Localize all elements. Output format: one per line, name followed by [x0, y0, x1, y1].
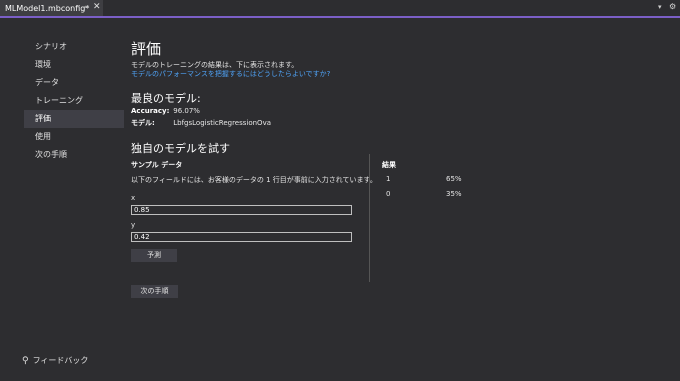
editor-content: シナリオ 環境 データ トレーニング 評価 使用 次の手順 ⚲ フィードバック …: [0, 18, 680, 381]
document-tab[interactable]: MLModel1.mbconfig* ⊸ ✕: [0, 0, 103, 16]
next-steps-button[interactable]: 次の手順: [131, 285, 178, 298]
result-class: 1: [386, 175, 391, 183]
sidebar-item-scenario[interactable]: シナリオ: [24, 38, 124, 56]
result-score: 65%: [446, 175, 462, 183]
gear-icon[interactable]: ⚙: [669, 2, 676, 11]
pin-icon[interactable]: ⊸: [82, 3, 88, 11]
sidebar-nav: シナリオ 環境 データ トレーニング 評価 使用 次の手順: [24, 38, 124, 164]
x-input[interactable]: 0.85: [131, 205, 352, 215]
page-title: 評価: [131, 40, 162, 58]
sidebar-item-data[interactable]: データ: [24, 74, 124, 92]
x-label: x: [131, 194, 136, 202]
tab-title: MLModel1.mbconfig*: [5, 3, 90, 13]
accuracy-label: Accuracy:: [131, 107, 170, 115]
model-value: LbfgsLogisticRegressionOva: [173, 119, 271, 127]
document-tab-strip: MLModel1.mbconfig* ⊸ ✕ ▾ ⚙: [0, 0, 680, 18]
try-model-heading: 独自のモデルを試す: [131, 142, 230, 155]
sidebar-item-evaluate[interactable]: 評価: [24, 110, 124, 128]
sample-data-label: サンプル データ: [131, 161, 183, 169]
sidebar-item-environment[interactable]: 環境: [24, 56, 124, 74]
feedback-icon: ⚲: [22, 355, 29, 366]
accuracy-row: Accuracy: 96.07%: [131, 107, 200, 115]
sidebar-item-next-steps[interactable]: 次の手順: [24, 146, 124, 164]
sample-data-description: 以下のフィールドには、お客様のデータの 1 行目が事前に入力されています。: [131, 176, 377, 184]
results-divider: [369, 154, 370, 282]
best-model-heading: 最良のモデル:: [131, 92, 201, 105]
chevron-down-icon[interactable]: ▾: [658, 3, 662, 11]
model-label: モデル:: [131, 119, 155, 127]
accuracy-value: 96.07%: [173, 107, 200, 115]
results-label: 結果: [382, 161, 396, 169]
y-input[interactable]: 0.42: [131, 232, 352, 242]
close-icon[interactable]: ✕: [93, 2, 101, 12]
model-row: モデル: LbfgsLogisticRegressionOva: [131, 118, 271, 128]
help-link[interactable]: モデルのパフォーマンスを把握するにはどうしたらよいですか?: [131, 69, 330, 79]
result-class: 0: [386, 190, 391, 198]
result-score: 35%: [446, 190, 462, 198]
predict-button[interactable]: 予測: [131, 249, 177, 262]
feedback-link[interactable]: ⚲ フィードバック: [22, 355, 88, 366]
sidebar-item-training[interactable]: トレーニング: [24, 92, 124, 110]
feedback-label: フィードバック: [32, 356, 89, 365]
y-label: y: [131, 221, 136, 229]
sidebar-item-consume[interactable]: 使用: [24, 128, 124, 146]
